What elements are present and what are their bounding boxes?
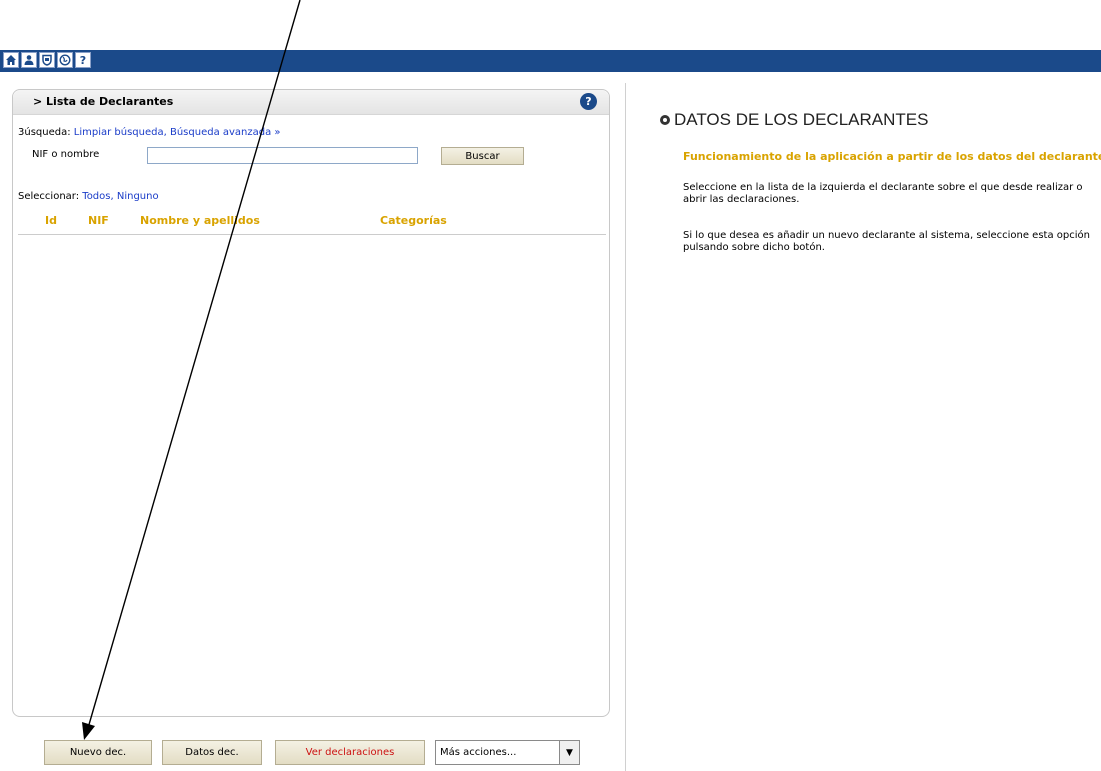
table-header-divider xyxy=(18,234,606,235)
nif-field-label: NIF o nombre xyxy=(32,149,100,160)
declarants-list-panel: > Lista de Declarantes ? xyxy=(12,89,610,717)
search-label: 3úsqueda: xyxy=(18,127,74,138)
info-title-text: DATOS DE LOS DECLARANTES xyxy=(674,110,929,129)
bullet-icon xyxy=(660,115,670,125)
view-declarations-button[interactable]: Ver declaraciones xyxy=(275,740,425,765)
panel-title: > Lista de Declarantes xyxy=(33,95,174,108)
user-icon[interactable] xyxy=(21,52,37,68)
more-actions-select[interactable]: Más acciones... ▼ xyxy=(435,740,580,765)
select-all-link[interactable]: Todos xyxy=(82,191,110,202)
info-title: DATOS DE LOS DECLARANTES xyxy=(660,110,928,130)
column-header-categories[interactable]: Categorías xyxy=(380,214,447,227)
column-header-name[interactable]: Nombre y apellidos xyxy=(140,214,260,227)
shield-icon[interactable] xyxy=(39,52,55,68)
search-links-line: 3úsqueda: Limpiar búsqueda, Búsqueda ava… xyxy=(18,127,281,138)
info-paragraph-1: Seleccione en la lista de la izquierda e… xyxy=(683,182,1083,205)
more-actions-value: Más acciones... xyxy=(440,747,517,758)
globe-icon[interactable] xyxy=(57,52,73,68)
column-header-nif[interactable]: NIF xyxy=(88,214,109,227)
chevron-down-icon[interactable]: ▼ xyxy=(559,741,579,764)
select-links-line: Seleccionar: Todos, Ninguno xyxy=(18,191,159,202)
nif-or-name-input[interactable] xyxy=(147,147,418,164)
top-nav-bar: ? xyxy=(0,50,1101,72)
home-icon[interactable] xyxy=(3,52,19,68)
help-icon[interactable]: ? xyxy=(75,52,91,68)
search-button[interactable]: Buscar xyxy=(441,147,524,165)
help-circle-icon[interactable]: ? xyxy=(580,93,597,110)
info-paragraph-2: Si lo que desea es añadir un nuevo decla… xyxy=(683,230,1090,253)
panel-header: > Lista de Declarantes ? xyxy=(13,90,609,115)
select-none-link[interactable]: Ninguno xyxy=(117,191,159,202)
new-declarant-button[interactable]: Nuevo dec. xyxy=(44,740,152,765)
clear-search-link[interactable]: Limpiar búsqueda xyxy=(74,127,164,138)
panel-divider xyxy=(625,83,626,771)
info-subtitle: Funcionamiento de la aplicación a partir… xyxy=(683,150,1101,163)
nav-icon-group: ? xyxy=(3,52,91,68)
column-header-id[interactable]: Id xyxy=(45,214,57,227)
advanced-search-link[interactable]: Búsqueda avanzada » xyxy=(170,127,281,138)
declarant-data-button[interactable]: Datos dec. xyxy=(162,740,262,765)
select-label: Seleccionar: xyxy=(18,191,83,202)
